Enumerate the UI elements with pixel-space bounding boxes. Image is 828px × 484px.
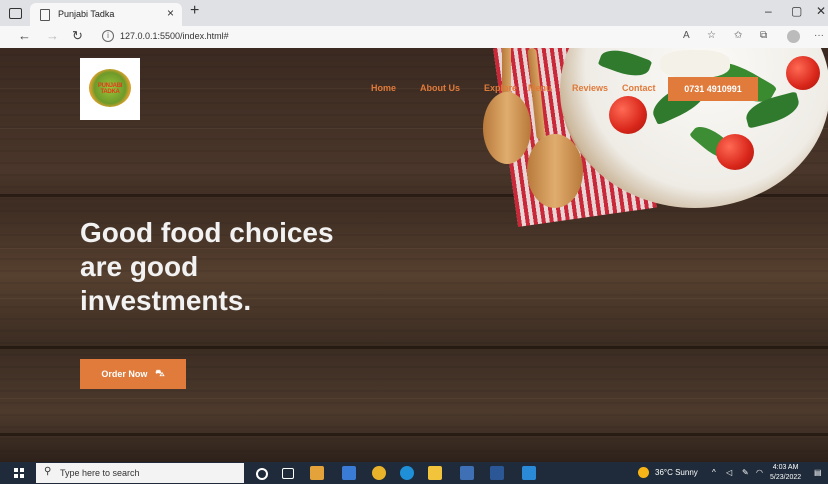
nav-about-us[interactable]: About Us: [420, 83, 460, 93]
hero-heading: Good food choices are good investments.: [80, 216, 380, 318]
new-tab-button[interactable]: +: [190, 2, 199, 20]
store-icon[interactable]: [342, 466, 356, 480]
order-now-button[interactable]: Order Now ⛍: [80, 359, 186, 389]
read-aloud-icon[interactable]: A: [683, 30, 690, 41]
minimize-button[interactable]: –: [765, 4, 772, 18]
hero-line: are good: [80, 251, 199, 282]
weather-icon: [638, 467, 649, 478]
tab-title: Punjabi Tadka: [58, 9, 115, 19]
page-icon: [40, 9, 50, 21]
pen-icon[interactable]: ✎: [742, 468, 749, 477]
refresh-icon[interactable]: ↻: [72, 28, 83, 44]
word-icon[interactable]: [490, 466, 504, 480]
browser-tab-bar: Punjabi Tadka × + – ▢ ✕: [0, 0, 828, 26]
tray-chevron-icon[interactable]: ^: [712, 468, 716, 477]
wifi-icon[interactable]: ◠: [756, 468, 763, 477]
chrome-icon[interactable]: [372, 466, 386, 480]
profile-icon[interactable]: [787, 30, 800, 43]
favorite-add-icon[interactable]: ☆: [707, 30, 716, 41]
weather-text[interactable]: 36°C Sunny: [655, 468, 698, 477]
phone-button[interactable]: 0731 4910991: [668, 77, 758, 101]
clock-time: 4:03 AM: [772, 464, 799, 471]
site-logo[interactable]: PUNJABI TADKA: [80, 58, 140, 120]
maximize-button[interactable]: ▢: [791, 4, 802, 18]
info-icon[interactable]: i: [102, 30, 114, 42]
collections-icon[interactable]: ⧉: [760, 30, 767, 41]
order-now-label: Order Now: [101, 369, 148, 379]
vscode-icon[interactable]: [522, 466, 536, 480]
browser-tab[interactable]: Punjabi Tadka ×: [30, 3, 182, 26]
nav-home[interactable]: Home: [371, 83, 396, 93]
more-icon[interactable]: ···: [814, 30, 824, 41]
nav-reviews[interactable]: Reviews: [572, 83, 608, 93]
cortana-icon[interactable]: [256, 468, 268, 480]
search-placeholder: Type here to search: [60, 468, 140, 478]
search-icon: ⚲: [44, 466, 52, 477]
nav-explore[interactable]: Explore: [484, 83, 517, 93]
basket-icon: ⛍: [155, 368, 165, 378]
notification-icon[interactable]: ▤: [814, 468, 822, 477]
task-view-icon[interactable]: [282, 468, 294, 479]
forward-arrow-icon[interactable]: →: [46, 28, 59, 43]
web-page: PUNJABI TADKA Home About Us Explore Menu…: [0, 48, 828, 462]
logo-badge: PUNJABI TADKA: [89, 69, 131, 107]
close-window-button[interactable]: ✕: [816, 4, 826, 18]
tab-close-icon[interactable]: ×: [167, 6, 174, 20]
nav-menu[interactable]: Menu: [528, 83, 552, 93]
calculator-icon[interactable]: [460, 466, 474, 480]
paint-icon[interactable]: [310, 466, 324, 480]
hero-line: investments.: [80, 285, 252, 316]
taskbar-clock[interactable]: 4:03 AM 5/23/2022: [770, 463, 801, 483]
windows-taskbar: ⚲ Type here to search 36°C Sunny ^ ◁ ✎ ◠…: [0, 462, 828, 484]
nav-contact[interactable]: Contact: [622, 83, 656, 93]
logo-text: PUNJABI TADKA: [97, 83, 123, 95]
start-icon[interactable]: [14, 468, 24, 478]
speaker-icon[interactable]: ◁: [726, 468, 732, 477]
edge-icon[interactable]: [400, 466, 414, 480]
tab-actions-icon[interactable]: [9, 8, 22, 19]
file-explorer-icon[interactable]: [428, 466, 442, 480]
wooden-spoon: [483, 92, 531, 164]
url-text: 127.0.0.1:5500/index.html#: [120, 31, 229, 41]
clock-date: 5/23/2022: [770, 474, 802, 481]
url-input[interactable]: i 127.0.0.1:5500/index.html#: [96, 28, 656, 45]
address-bar-row: ← → ↻ i 127.0.0.1:5500/index.html# A ☆ ✩…: [0, 26, 828, 49]
taskbar-search-input[interactable]: ⚲ Type here to search: [36, 463, 244, 483]
favorites-icon[interactable]: ✩: [734, 30, 742, 41]
back-arrow-icon[interactable]: ←: [18, 28, 31, 43]
hero-line: Good food choices: [80, 217, 334, 248]
